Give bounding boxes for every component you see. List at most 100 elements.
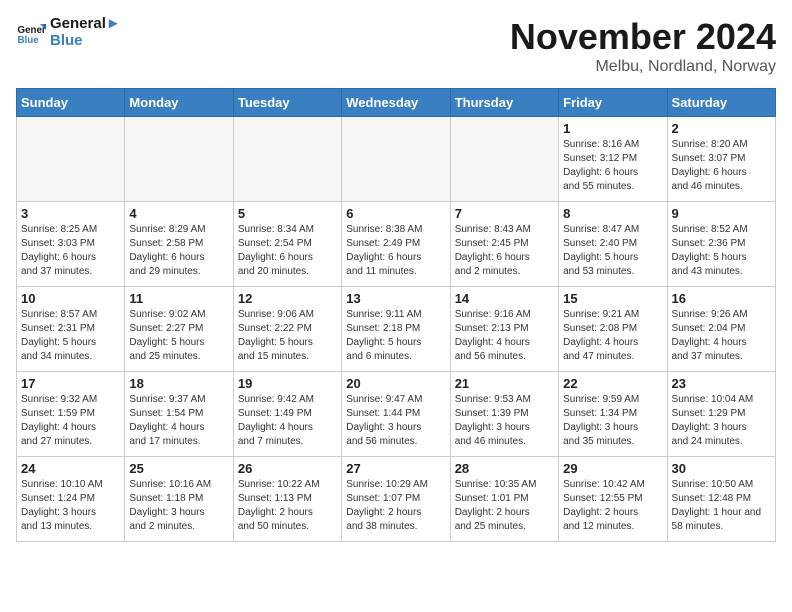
day-info: Sunrise: 10:35 AM Sunset: 1:01 PM Daylig… [455, 478, 554, 534]
calendar-cell: 16 Sunrise: 9:26 AM Sunset: 2:04 PM Dayli… [667, 287, 775, 372]
calendar-cell: 26 Sunrise: 10:22 AM Sunset: 1:13 PM Dayl… [233, 457, 341, 542]
calendar-cell: 8Sunrise: 8:47 AM Sunset: 2:40 PM Daylig… [559, 202, 667, 287]
weekday-header-monday: Monday [125, 89, 233, 117]
header: General Blue General► Blue November 2024… [16, 16, 776, 76]
calendar-cell: 30 Sunrise: 10:50 AM Sunset: 12:48 PM Day… [667, 457, 775, 542]
calendar-cell: 10 Sunrise: 8:57 AM Sunset: 2:31 PM Dayli… [17, 287, 125, 372]
title-area: November 2024 Melbu, Nordland, Norway [510, 16, 776, 76]
day-info: Sunrise: 9:42 AM Sunset: 1:49 PM Dayligh… [238, 393, 337, 449]
day-info: Sunrise: 8:25 AM Sunset: 3:03 PM Dayligh… [21, 223, 120, 279]
day-number: 7 [455, 206, 554, 221]
week-row-4: 17 Sunrise: 9:32 AM Sunset: 1:59 PM Dayli… [17, 372, 776, 457]
calendar-cell: 28 Sunrise: 10:35 AM Sunset: 1:01 PM Dayl… [450, 457, 558, 542]
day-info: Sunrise: 8:43 AM Sunset: 2:45 PM Dayligh… [455, 223, 554, 279]
weekday-header-friday: Friday [559, 89, 667, 117]
day-number: 15 [563, 291, 662, 306]
month-title: November 2024 [510, 16, 776, 58]
calendar-cell: 20 Sunrise: 9:47 AM Sunset: 1:44 PM Dayli… [342, 372, 450, 457]
calendar-cell: 17 Sunrise: 9:32 AM Sunset: 1:59 PM Dayli… [17, 372, 125, 457]
calendar-cell: 3 Sunrise: 8:25 AM Sunset: 3:03 PM Daylig… [17, 202, 125, 287]
day-info: Sunrise: 10:04 AM Sunset: 1:29 PM Daylig… [672, 393, 771, 449]
week-row-5: 24Sunrise: 10:10 AM Sunset: 1:24 PM Dayl… [17, 457, 776, 542]
calendar-cell: 21Sunrise: 9:53 AM Sunset: 1:39 PM Dayli… [450, 372, 558, 457]
day-number: 19 [238, 376, 337, 391]
week-row-3: 10 Sunrise: 8:57 AM Sunset: 2:31 PM Dayli… [17, 287, 776, 372]
logo-line1: General► [50, 16, 121, 33]
calendar-table: SundayMondayTuesdayWednesdayThursdayFrid… [16, 88, 776, 542]
day-number: 17 [21, 376, 120, 391]
day-number: 14 [455, 291, 554, 306]
day-number: 29 [563, 461, 662, 476]
day-info: Sunrise: 9:21 AM Sunset: 2:08 PM Dayligh… [563, 308, 662, 364]
day-info: Sunrise: 9:53 AM Sunset: 1:39 PM Dayligh… [455, 393, 554, 449]
calendar-cell [450, 117, 558, 202]
logo-line2: Blue [50, 33, 121, 50]
calendar-cell: 12 Sunrise: 9:06 AM Sunset: 2:22 PM Dayli… [233, 287, 341, 372]
calendar-cell: 29Sunrise: 10:42 AM Sunset: 12:55 PM Day… [559, 457, 667, 542]
day-info: Sunrise: 8:52 AM Sunset: 2:36 PM Dayligh… [672, 223, 771, 279]
day-number: 9 [672, 206, 771, 221]
day-number: 23 [672, 376, 771, 391]
day-number: 27 [346, 461, 445, 476]
calendar-cell [233, 117, 341, 202]
day-number: 30 [672, 461, 771, 476]
calendar-cell [17, 117, 125, 202]
calendar-cell: 27 Sunrise: 10:29 AM Sunset: 1:07 PM Dayl… [342, 457, 450, 542]
day-number: 20 [346, 376, 445, 391]
calendar-cell [342, 117, 450, 202]
day-info: Sunrise: 8:57 AM Sunset: 2:31 PM Dayligh… [21, 308, 120, 364]
day-info: Sunrise: 10:22 AM Sunset: 1:13 PM Daylig… [238, 478, 337, 534]
calendar-cell: 5 Sunrise: 8:34 AM Sunset: 2:54 PM Daylig… [233, 202, 341, 287]
day-number: 4 [129, 206, 228, 221]
day-info: Sunrise: 9:06 AM Sunset: 2:22 PM Dayligh… [238, 308, 337, 364]
day-info: Sunrise: 10:50 AM Sunset: 12:48 PM Dayli… [672, 478, 771, 534]
day-number: 28 [455, 461, 554, 476]
day-info: Sunrise: 9:32 AM Sunset: 1:59 PM Dayligh… [21, 393, 120, 449]
day-info: Sunrise: 8:20 AM Sunset: 3:07 PM Dayligh… [672, 138, 771, 194]
calendar-cell: 25 Sunrise: 10:16 AM Sunset: 1:18 PM Dayl… [125, 457, 233, 542]
day-number: 10 [21, 291, 120, 306]
weekday-header-thursday: Thursday [450, 89, 558, 117]
calendar-cell: 19 Sunrise: 9:42 AM Sunset: 1:49 PM Dayli… [233, 372, 341, 457]
day-number: 13 [346, 291, 445, 306]
day-number: 18 [129, 376, 228, 391]
day-info: Sunrise: 8:38 AM Sunset: 2:49 PM Dayligh… [346, 223, 445, 279]
day-number: 12 [238, 291, 337, 306]
day-number: 3 [21, 206, 120, 221]
calendar-cell: 11Sunrise: 9:02 AM Sunset: 2:27 PM Dayli… [125, 287, 233, 372]
logo-icon: General Blue [16, 18, 46, 48]
weekday-header-wednesday: Wednesday [342, 89, 450, 117]
calendar-cell: 13Sunrise: 9:11 AM Sunset: 2:18 PM Dayli… [342, 287, 450, 372]
day-info: Sunrise: 9:47 AM Sunset: 1:44 PM Dayligh… [346, 393, 445, 449]
day-number: 26 [238, 461, 337, 476]
weekday-header-row: SundayMondayTuesdayWednesdayThursdayFrid… [17, 89, 776, 117]
day-info: Sunrise: 10:29 AM Sunset: 1:07 PM Daylig… [346, 478, 445, 534]
day-number: 22 [563, 376, 662, 391]
day-info: Sunrise: 9:59 AM Sunset: 1:34 PM Dayligh… [563, 393, 662, 449]
calendar-cell: 15 Sunrise: 9:21 AM Sunset: 2:08 PM Dayli… [559, 287, 667, 372]
day-info: Sunrise: 9:02 AM Sunset: 2:27 PM Dayligh… [129, 308, 228, 364]
calendar-cell: 7 Sunrise: 8:43 AM Sunset: 2:45 PM Daylig… [450, 202, 558, 287]
week-row-2: 3 Sunrise: 8:25 AM Sunset: 3:03 PM Daylig… [17, 202, 776, 287]
day-info: Sunrise: 9:37 AM Sunset: 1:54 PM Dayligh… [129, 393, 228, 449]
calendar-cell: 6Sunrise: 8:38 AM Sunset: 2:49 PM Daylig… [342, 202, 450, 287]
day-number: 2 [672, 121, 771, 136]
day-info: Sunrise: 9:26 AM Sunset: 2:04 PM Dayligh… [672, 308, 771, 364]
calendar-cell: 23 Sunrise: 10:04 AM Sunset: 1:29 PM Dayl… [667, 372, 775, 457]
location-subtitle: Melbu, Nordland, Norway [510, 58, 776, 76]
day-number: 16 [672, 291, 771, 306]
day-number: 5 [238, 206, 337, 221]
day-info: Sunrise: 9:16 AM Sunset: 2:13 PM Dayligh… [455, 308, 554, 364]
day-info: Sunrise: 8:47 AM Sunset: 2:40 PM Dayligh… [563, 223, 662, 279]
day-info: Sunrise: 8:29 AM Sunset: 2:58 PM Dayligh… [129, 223, 228, 279]
weekday-header-saturday: Saturday [667, 89, 775, 117]
day-info: Sunrise: 8:34 AM Sunset: 2:54 PM Dayligh… [238, 223, 337, 279]
weekday-header-tuesday: Tuesday [233, 89, 341, 117]
svg-text:Blue: Blue [18, 34, 40, 45]
day-info: Sunrise: 8:16 AM Sunset: 3:12 PM Dayligh… [563, 138, 662, 194]
calendar-cell: 1Sunrise: 8:16 AM Sunset: 3:12 PM Daylig… [559, 117, 667, 202]
day-info: Sunrise: 10:16 AM Sunset: 1:18 PM Daylig… [129, 478, 228, 534]
day-number: 25 [129, 461, 228, 476]
weekday-header-sunday: Sunday [17, 89, 125, 117]
calendar-cell [125, 117, 233, 202]
